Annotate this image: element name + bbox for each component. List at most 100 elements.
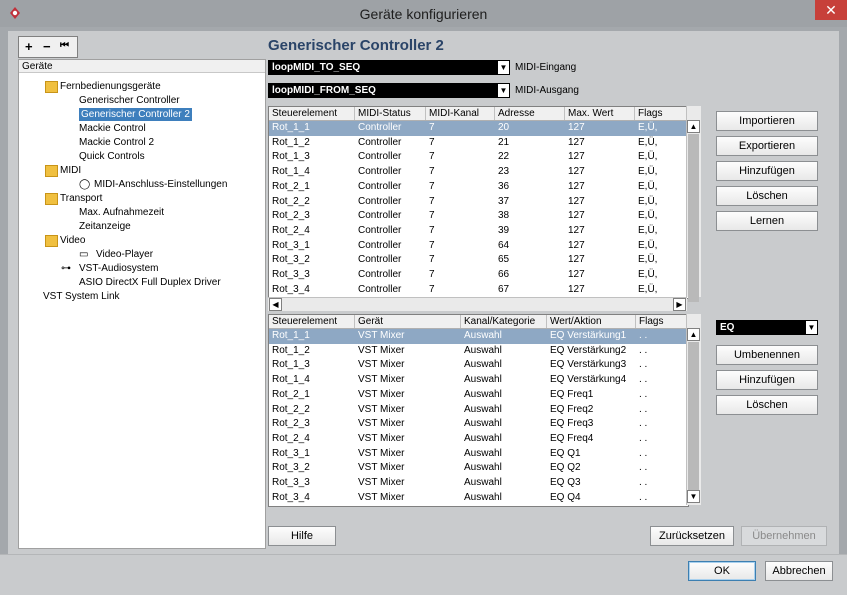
column-header[interactable]: Steuerelement [269, 107, 355, 120]
scroll-up-icon[interactable]: ▲ [687, 120, 700, 133]
table-row[interactable]: Rot_3_3 Controller 7 66 127 E,Ü, [269, 268, 688, 283]
import-button[interactable]: Importieren [716, 111, 818, 131]
table-row[interactable]: Rot_3_2 VST Mixer Auswahl EQ Q2 . . [269, 461, 688, 476]
table-row[interactable]: Rot_1_3 Controller 7 22 127 E,Ü, [269, 150, 688, 165]
midi-output-value: loopMIDI_FROM_SEQ [272, 85, 376, 96]
ok-button[interactable]: OK [688, 561, 756, 581]
table-cell: EQ Verstärkung2 [550, 344, 627, 356]
table-cell: Rot_3_1 [272, 239, 310, 251]
table-row[interactable]: Rot_1_1 VST Mixer Auswahl EQ Verstärkung1 . … [269, 329, 688, 344]
help-button[interactable]: Hilfe [268, 526, 336, 546]
column-header[interactable]: MIDI-Kanal [426, 107, 495, 120]
rename-button[interactable]: Umbenennen [716, 345, 818, 365]
column-header[interactable]: MIDI-Status [355, 107, 426, 120]
tree-item[interactable]: Generischer Controller 2 [79, 108, 192, 121]
reset-device-button[interactable]: ⏮ [60, 40, 69, 51]
column-header[interactable]: Gerät [355, 315, 461, 328]
midi-output-select[interactable]: loopMIDI_FROM_SEQ ▼ [268, 83, 510, 98]
table-row[interactable]: Rot_3_1 Controller 7 64 127 E,Ü, [269, 239, 688, 254]
table-row[interactable]: Rot_3_2 Controller 7 65 127 E,Ü, [269, 253, 688, 268]
table-row[interactable]: Rot_1_2 Controller 7 21 127 E,Ü, [269, 136, 688, 151]
table-cell: E,Ü, [638, 136, 658, 148]
tree-header: Geräte [19, 60, 265, 73]
table-row[interactable]: Rot_1_4 Controller 7 23 127 E,Ü, [269, 165, 688, 180]
table-row[interactable]: Rot_2_3 Controller 7 38 127 E,Ü, [269, 209, 688, 224]
table-cell: 7 [429, 269, 435, 280]
learn-button[interactable]: Lernen [716, 211, 818, 231]
scroll-thumb[interactable] [688, 134, 699, 302]
export-button[interactable]: Exportieren [716, 136, 818, 156]
table-row[interactable]: Rot_2_3 VST Mixer Auswahl EQ Freq3 . . [269, 417, 688, 432]
table-row[interactable]: Rot_2_4 Controller 7 39 127 E,Ü, [269, 224, 688, 239]
scroll-left-icon[interactable]: ◀ [269, 298, 282, 311]
delete-control-button[interactable]: Löschen [716, 186, 818, 206]
table-row[interactable]: Rot_2_2 Controller 7 37 127 E,Ü, [269, 195, 688, 210]
column-header[interactable]: Wert/Aktion [547, 315, 636, 328]
tree-item[interactable]: Max. Aufnahmezeit [79, 206, 164, 219]
table-row[interactable]: Rot_3_3 VST Mixer Auswahl EQ Q3 . . [269, 476, 688, 491]
chevron-down-icon[interactable]: ▼ [497, 83, 510, 98]
scroll-up-icon[interactable]: ▲ [687, 328, 700, 341]
tree-item[interactable]: Mackie Control [79, 122, 146, 135]
table-row[interactable]: Rot_3_4 VST Mixer Auswahl EQ Q4 . . [269, 491, 688, 506]
table-row[interactable]: Rot_1_3 VST Mixer Auswahl EQ Verstärkung3 . … [269, 358, 688, 373]
column-header[interactable]: Flags [635, 107, 688, 120]
tree-item[interactable]: Transport [60, 192, 102, 205]
table-cell: 127 [568, 122, 585, 133]
table-cell: Rot_3_2 [272, 254, 310, 266]
table-row[interactable]: Rot_3_1 VST Mixer Auswahl EQ Q1 . . [269, 447, 688, 462]
add-control-button[interactable]: Hinzufügen [716, 161, 818, 181]
tree-item[interactable]: Fernbedienungsgeräte [60, 80, 161, 93]
column-header[interactable]: Kanal/Kategorie [461, 315, 547, 328]
add-device-button[interactable]: + [25, 39, 33, 54]
table-row[interactable]: Rot_2_2 VST Mixer Auswahl EQ Freq2 . . [269, 403, 688, 418]
scroll-right-icon[interactable]: ▶ [673, 298, 686, 311]
tree-item[interactable]: Mackie Control 2 [79, 136, 154, 149]
column-header[interactable]: Flags [636, 315, 688, 328]
close-button[interactable]: ✕ [815, 0, 847, 20]
add-bank-button[interactable]: Hinzufügen [716, 370, 818, 390]
tree-item[interactable]: Generischer Controller [79, 94, 180, 107]
tree-item[interactable]: Video [60, 234, 85, 247]
tree-item[interactable]: Zeitanzeige [79, 220, 131, 233]
table-row[interactable]: Rot_1_4 VST Mixer Auswahl EQ Verstärkung4 . … [269, 373, 688, 388]
table-row[interactable]: Rot_1_2 VST Mixer Auswahl EQ Verstärkung2 . … [269, 344, 688, 359]
tree-item[interactable]: VST System Link [43, 290, 120, 303]
scroll-down-icon[interactable]: ▼ [687, 490, 700, 503]
table-cell: 22 [498, 151, 510, 163]
tree-item[interactable]: Video-Player [96, 248, 153, 261]
column-header[interactable]: Steuerelement [269, 315, 355, 328]
midi-input-select[interactable]: loopMIDI_TO_SEQ ▼ [268, 60, 510, 75]
remove-device-button[interactable]: − [43, 39, 51, 54]
table-cell: Rot_1_4 [272, 166, 310, 178]
assignment-table-vscroll[interactable]: ▲ ▼ [686, 314, 701, 505]
tree-item[interactable]: Quick Controls [79, 150, 145, 163]
scroll-thumb[interactable] [688, 342, 699, 490]
tree-item[interactable]: ASIO DirectX Full Duplex Driver [79, 276, 221, 289]
reset-button[interactable]: Zurücksetzen [650, 526, 734, 546]
table-row[interactable]: Rot_2_1 Controller 7 36 127 E,Ü, [269, 180, 688, 195]
table-cell: Rot_1_2 [272, 136, 310, 148]
chevron-down-icon[interactable]: ▼ [805, 320, 818, 335]
table-cell: Rot_2_3 [272, 210, 310, 222]
delete-bank-button[interactable]: Löschen [716, 395, 818, 415]
column-header[interactable]: Adresse [495, 107, 565, 120]
table-row[interactable]: Rot_2_4 VST Mixer Auswahl EQ Freq4 . . [269, 432, 688, 447]
table-row[interactable]: Rot_3_4 Controller 7 67 127 E,Ü, [269, 283, 688, 298]
table-cell: E,Ü, [638, 224, 658, 236]
controller-table-vscroll[interactable]: ▲ [686, 106, 701, 302]
table-row[interactable]: Rot_1_1 Controller 7 20 127 E,Ü, [269, 121, 688, 136]
tree-item[interactable]: MIDI-Anschluss-Einstellungen [94, 178, 227, 191]
tree-item[interactable]: MIDI [60, 164, 81, 177]
apply-button[interactable]: Übernehmen [741, 526, 827, 546]
cancel-button[interactable]: Abbrechen [765, 561, 833, 581]
table-cell: Rot_2_1 [272, 388, 310, 400]
table-row[interactable]: Rot_2_1 VST Mixer Auswahl EQ Freq1 . . [269, 388, 688, 403]
chevron-down-icon[interactable]: ▼ [497, 60, 510, 75]
table-cell: EQ Q1 [550, 447, 581, 459]
table-cell: EQ Verstärkung4 [550, 374, 627, 386]
tree-item[interactable]: VST-Audiosystem [79, 262, 158, 275]
bank-select[interactable]: EQ ▼ [716, 320, 818, 335]
column-header[interactable]: Max. Wert [565, 107, 635, 120]
controller-table-hscroll[interactable]: ◀ ▶ [268, 297, 687, 311]
